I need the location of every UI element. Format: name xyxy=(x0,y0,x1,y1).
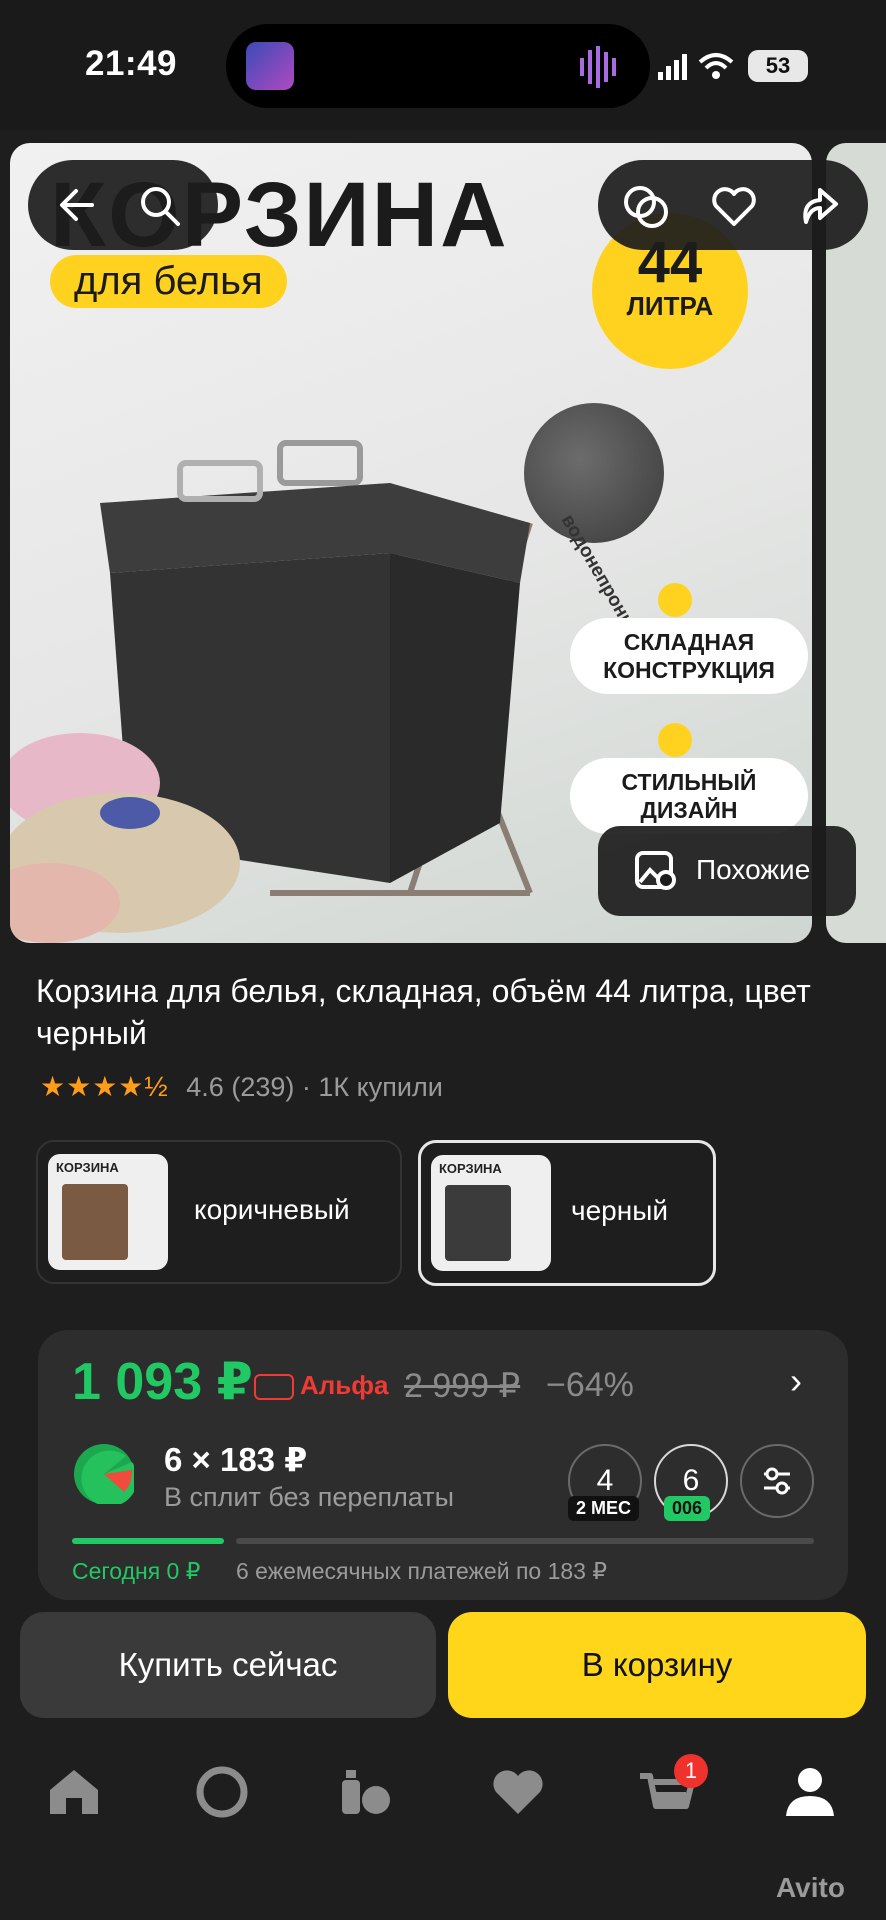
chevron-right-icon[interactable]: › xyxy=(790,1360,802,1402)
current-price: 1 093 ₽ xyxy=(72,1353,253,1411)
top-actions-pill xyxy=(598,160,868,250)
laundry-clothes-image xyxy=(10,733,240,943)
next-gallery-image[interactable] xyxy=(826,143,886,943)
add-to-cart-button[interactable]: В корзину xyxy=(448,1612,866,1718)
old-price: 2 999 ₽ xyxy=(404,1367,521,1405)
product-gallery[interactable]: КОРЗИНА для белья 44 ЛИТРА водонепроница… xyxy=(10,143,812,943)
bottom-navigation: 1 Avito xyxy=(0,1740,886,1920)
thumb-title: КОРЗИНА xyxy=(439,1161,502,1176)
avito-watermark: Avito xyxy=(776,1872,845,1903)
sliders-icon xyxy=(764,1467,790,1495)
payment-progress-done xyxy=(72,1538,224,1544)
split-option-4-label: 2 МЕС xyxy=(568,1496,640,1521)
favorite-heart-icon[interactable] xyxy=(710,186,758,228)
share-icon[interactable] xyxy=(794,182,842,230)
buy-now-button[interactable]: Купить сейчас xyxy=(20,1612,436,1718)
battery-indicator: 53 xyxy=(748,50,808,82)
audio-wave-icon xyxy=(580,46,616,88)
status-bar: 21:49 53 xyxy=(0,0,886,130)
signal-icon xyxy=(658,54,687,80)
alfa-bank-badge: Альфа xyxy=(254,1370,389,1401)
variant-swatch xyxy=(62,1184,128,1260)
discount-percent: −64% xyxy=(546,1366,634,1404)
image-tag: для белья xyxy=(50,255,287,308)
expand-icon xyxy=(658,583,692,617)
wifi-icon xyxy=(698,53,734,79)
image-search-icon xyxy=(635,851,676,890)
rating-row[interactable]: ★★★★½ 4.6 (239) · 1К купили xyxy=(40,1070,443,1103)
alfa-card-icon xyxy=(254,1374,294,1401)
status-time: 21:49 xyxy=(85,44,178,83)
similar-button[interactable]: Похожие xyxy=(598,826,856,916)
split-option-6-label: 006 xyxy=(664,1496,711,1521)
variant-swatch xyxy=(445,1185,511,1261)
variant-label: коричневый xyxy=(194,1194,350,1225)
split-logo-icon xyxy=(74,1444,138,1507)
liters-unit: ЛИТРА xyxy=(626,291,714,321)
split-subtitle: В сплит без переплаты xyxy=(164,1482,455,1512)
variant-thumbnail: КОРЗИНА xyxy=(431,1155,551,1271)
today-payment: Сегодня 0 ₽ xyxy=(72,1558,201,1584)
variant-brown[interactable]: КОРЗИНА коричневый xyxy=(36,1140,402,1284)
favorites-icon[interactable] xyxy=(488,1762,548,1822)
waterproof-drop-image xyxy=(524,403,664,543)
rating-stars-icon: ★★★★½ xyxy=(40,1071,169,1102)
reviews-count: (239) xyxy=(231,1072,295,1102)
dynamic-island xyxy=(226,24,650,108)
rating-value: 4.6 xyxy=(186,1072,224,1102)
variant-label: черный xyxy=(571,1195,668,1226)
compare-icon[interactable] xyxy=(622,184,672,230)
now-playing-app-icon xyxy=(246,42,294,90)
top-nav-pill xyxy=(28,160,218,250)
product-title: Корзина для белья, складная, объём 44 ли… xyxy=(36,973,811,1051)
catalog-icon[interactable] xyxy=(336,1762,396,1822)
back-arrow-icon[interactable] xyxy=(58,185,98,225)
split-settings-button[interactable] xyxy=(740,1444,814,1518)
split-amount: 6 × 183 ₽ xyxy=(164,1441,308,1478)
payment-progress-remaining xyxy=(236,1538,814,1544)
monthly-payments: 6 ежемесячных платежей по 183 ₽ xyxy=(236,1558,607,1584)
profile-icon[interactable] xyxy=(780,1762,840,1822)
quality-badge-icon xyxy=(658,723,692,757)
variant-black[interactable]: КОРЗИНА черный xyxy=(418,1140,716,1286)
bought-count: · 1К купили xyxy=(301,1072,443,1102)
price-card[interactable]: 1 093 ₽ Альфа 2 999 ₽ −64% › 6 × 183 ₽ В… xyxy=(38,1330,848,1600)
feature-foldable: СКЛАДНАЯ КОНСТРУКЦИЯ xyxy=(570,618,808,694)
similar-label: Похожие xyxy=(696,854,811,885)
bank-label: Альфа xyxy=(300,1370,389,1400)
variant-thumbnail: КОРЗИНА xyxy=(48,1154,168,1270)
search-icon[interactable] xyxy=(138,184,182,228)
home-icon[interactable] xyxy=(44,1762,104,1822)
feature-stylish: СТИЛЬНЫЙ ДИЗАЙН xyxy=(570,758,808,834)
thumb-title: КОРЗИНА xyxy=(56,1160,119,1175)
cart-badge: 1 xyxy=(674,1754,708,1788)
alice-icon[interactable] xyxy=(192,1762,252,1822)
